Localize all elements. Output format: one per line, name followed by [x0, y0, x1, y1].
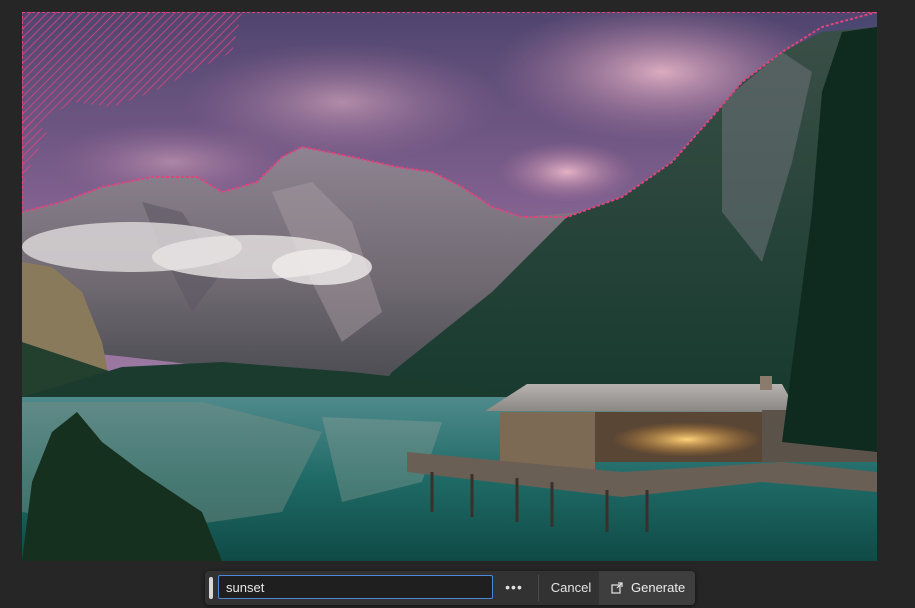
generate-button[interactable]: Generate: [599, 571, 695, 605]
drag-handle[interactable]: [209, 577, 213, 599]
landscape-photo: [22, 12, 877, 561]
more-options-button[interactable]: •••: [500, 575, 528, 601]
photo-image[interactable]: [22, 12, 877, 561]
ellipsis-icon: •••: [505, 579, 523, 595]
document-canvas[interactable]: ••• Cancel Generate: [0, 0, 915, 608]
prompt-input[interactable]: [218, 575, 493, 599]
divider: [538, 575, 539, 601]
cancel-button[interactable]: Cancel: [545, 575, 597, 601]
generate-icon: [611, 582, 623, 594]
generative-fill-bar: ••• Cancel Generate: [205, 571, 695, 605]
generate-label: Generate: [631, 580, 686, 595]
